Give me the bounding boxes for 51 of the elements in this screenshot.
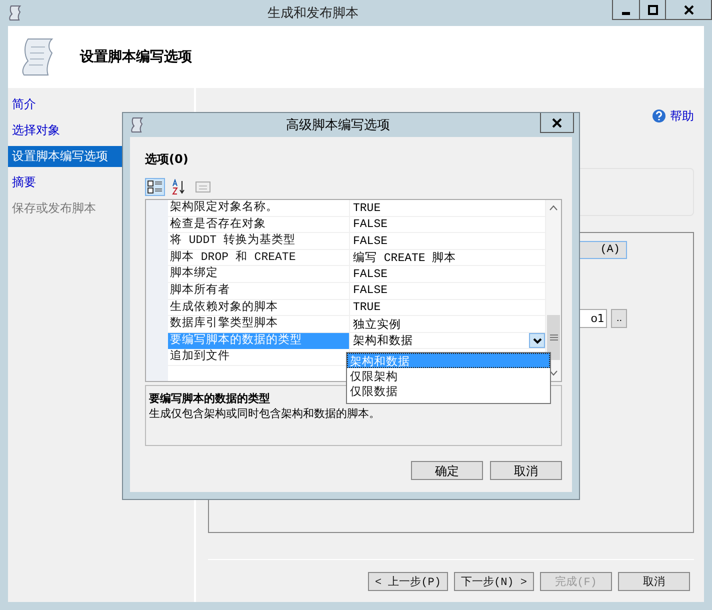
scroll-up-icon [549, 203, 558, 213]
help-link[interactable]: 帮助 [652, 94, 694, 138]
minimize-icon [622, 12, 630, 14]
dialog-button[interactable]: 取消 [490, 461, 562, 480]
dropdown-button[interactable] [529, 333, 545, 348]
close-button[interactable] [665, 0, 712, 20]
property-name[interactable]: 脚本所有者 [168, 282, 349, 299]
property-value[interactable]: FALSE [350, 234, 388, 248]
page-title: 设置脚本编写选项 [80, 48, 192, 66]
close-icon [552, 118, 562, 128]
maximize-icon [648, 4, 658, 14]
wizard-button[interactable]: < 上一步(P) [368, 572, 448, 590]
help-icon [652, 109, 666, 123]
dialog-button[interactable]: 确定 [411, 461, 483, 480]
scrollbar[interactable] [545, 200, 561, 381]
dropdown-option[interactable]: 仅限数据 [347, 383, 550, 398]
description-text: 生成仅包含架构或同时包含架构和数据的脚本。 [149, 406, 380, 421]
property-name[interactable]: 架构限定对象名称。 [168, 200, 349, 216]
wizard-button[interactable]: 下一步(N) > [454, 572, 534, 590]
property-value[interactable]: FALSE [350, 268, 388, 281]
browse-button[interactable]: .. [611, 309, 627, 328]
property-name[interactable]: 脚本绑定 [168, 266, 349, 282]
property-name[interactable]: 追加到文件 [168, 349, 349, 366]
window-title: 生成和发布脚本 [266, 5, 360, 22]
property-value[interactable]: FALSE [350, 284, 388, 298]
section-title: 选项(0) [145, 151, 190, 168]
property-name[interactable]: 脚本 DROP 和 CREATE [168, 250, 349, 266]
close-icon [684, 4, 694, 14]
close-button[interactable] [540, 113, 574, 133]
property-value[interactable]: FALSE [350, 218, 388, 232]
scroll-icon [8, 5, 22, 21]
property-value[interactable]: TRUE [350, 202, 381, 214]
property-name[interactable]: 数据库引擎类型脚本 [168, 316, 349, 332]
property-name[interactable]: 将 UDDT 转换为基类型 [168, 233, 349, 250]
dialog-title: 高级脚本编写选项 [285, 117, 391, 134]
chevron-down-icon [532, 338, 542, 344]
property-name[interactable]: 检查是否存在对象 [168, 216, 349, 233]
property-value[interactable]: 编写 CREATE 脚本 [350, 250, 456, 266]
categorized-view-button[interactable] [145, 178, 165, 196]
description-title: 要编写脚本的数据的类型 [149, 391, 270, 406]
wizard-button[interactable]: 取消 [618, 572, 690, 590]
property-value[interactable]: 独立实例 [350, 316, 401, 332]
property-value[interactable]: TRUE [350, 301, 381, 314]
minimize-button[interactable] [612, 0, 640, 20]
scroll-icon [130, 117, 144, 133]
dropdown-option[interactable]: 仅限架构 [347, 368, 550, 383]
nav-item[interactable]: 简介 [8, 94, 194, 115]
property-value[interactable]: 架构和数据 [350, 333, 413, 348]
scroll-down-icon [549, 368, 558, 378]
grip-icon [550, 334, 558, 341]
property-name[interactable]: 生成依赖对象的脚本 [168, 300, 349, 316]
